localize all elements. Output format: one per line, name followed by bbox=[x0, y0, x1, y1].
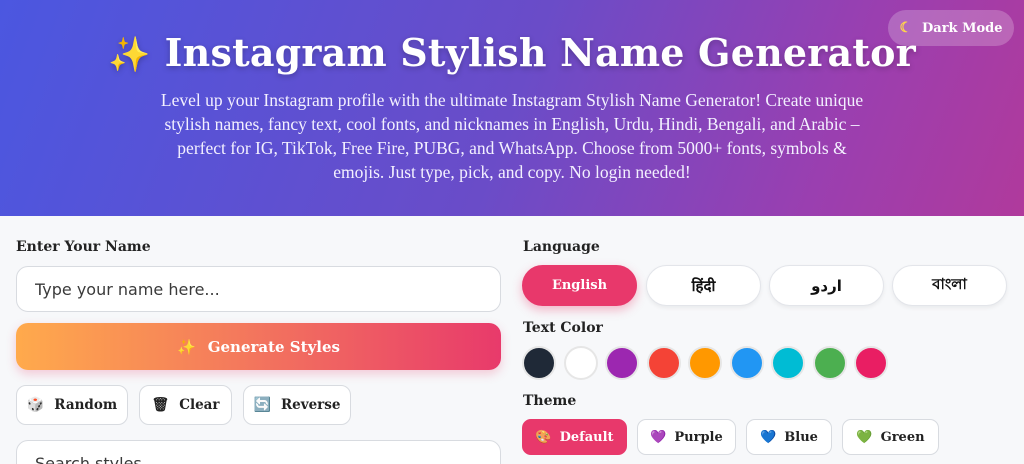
language-english-button[interactable]: English bbox=[522, 265, 637, 306]
dark-mode-button[interactable]: ☾ Dark Mode bbox=[888, 10, 1014, 46]
theme-default-label: Default bbox=[559, 429, 614, 445]
theme-blue-label: Blue bbox=[784, 429, 818, 445]
moon-icon: ☾ bbox=[899, 20, 913, 36]
language-bengali-button[interactable]: বাংলা bbox=[892, 265, 1007, 306]
theme-green-label: Green bbox=[880, 429, 925, 445]
color-swatch[interactable] bbox=[522, 346, 556, 380]
hero-header: ✨ Instagram Stylish Name Generator Level … bbox=[0, 0, 1024, 216]
color-swatch[interactable] bbox=[646, 346, 681, 380]
name-input-label: Enter Your Name bbox=[16, 239, 151, 255]
palette-icon: 🎨 bbox=[535, 429, 552, 445]
green-heart-icon: 💚 bbox=[856, 429, 873, 445]
reverse-icon: 🔄 bbox=[253, 397, 271, 413]
trash-icon: 🗑 bbox=[151, 397, 170, 413]
text-color-label: Text Color bbox=[523, 320, 603, 336]
color-swatch[interactable] bbox=[771, 346, 805, 380]
search-input[interactable] bbox=[16, 440, 501, 464]
language-hindi-button[interactable]: हिंदी bbox=[646, 265, 761, 306]
sparkles-icon: ✨ bbox=[177, 337, 196, 356]
name-input[interactable] bbox=[16, 266, 501, 312]
color-swatch[interactable] bbox=[688, 346, 722, 380]
dice-icon: 🎲 bbox=[26, 397, 45, 413]
generate-styles-button[interactable]: ✨ Generate Styles bbox=[16, 323, 501, 370]
color-swatch[interactable] bbox=[563, 346, 598, 380]
theme-purple-button[interactable]: 💜 Purple bbox=[637, 419, 736, 455]
language-urdu-button[interactable]: اردو bbox=[769, 265, 884, 306]
color-swatch[interactable] bbox=[812, 346, 847, 380]
theme-green-button[interactable]: 💚 Green bbox=[842, 419, 939, 455]
theme-blue-button[interactable]: 💙 Blue bbox=[746, 419, 832, 455]
clear-label: Clear bbox=[179, 397, 220, 413]
reverse-button[interactable]: 🔄 Reverse bbox=[243, 385, 351, 425]
random-label: Random bbox=[54, 397, 118, 413]
generate-label: Generate Styles bbox=[207, 337, 340, 356]
color-swatch[interactable] bbox=[729, 346, 764, 380]
theme-purple-label: Purple bbox=[674, 429, 723, 445]
blue-heart-icon: 💙 bbox=[760, 429, 777, 445]
color-swatch[interactable] bbox=[854, 346, 888, 380]
random-button[interactable]: 🎲 Random bbox=[16, 385, 128, 425]
page-title: ✨ Instagram Stylish Name Generator bbox=[108, 30, 916, 75]
page-description: Level up your Instagram profile with the… bbox=[160, 90, 864, 182]
theme-default-button[interactable]: 🎨 Default bbox=[522, 419, 627, 455]
sparkles-icon: ✨ bbox=[108, 35, 151, 75]
clear-button[interactable]: 🗑 Clear bbox=[139, 385, 232, 425]
purple-heart-icon: 💜 bbox=[650, 429, 667, 445]
dark-mode-label: Dark Mode bbox=[922, 20, 1003, 36]
color-swatch[interactable] bbox=[605, 346, 639, 380]
reverse-label: Reverse bbox=[280, 397, 341, 413]
theme-label: Theme bbox=[523, 393, 577, 409]
language-label: Language bbox=[523, 239, 600, 255]
